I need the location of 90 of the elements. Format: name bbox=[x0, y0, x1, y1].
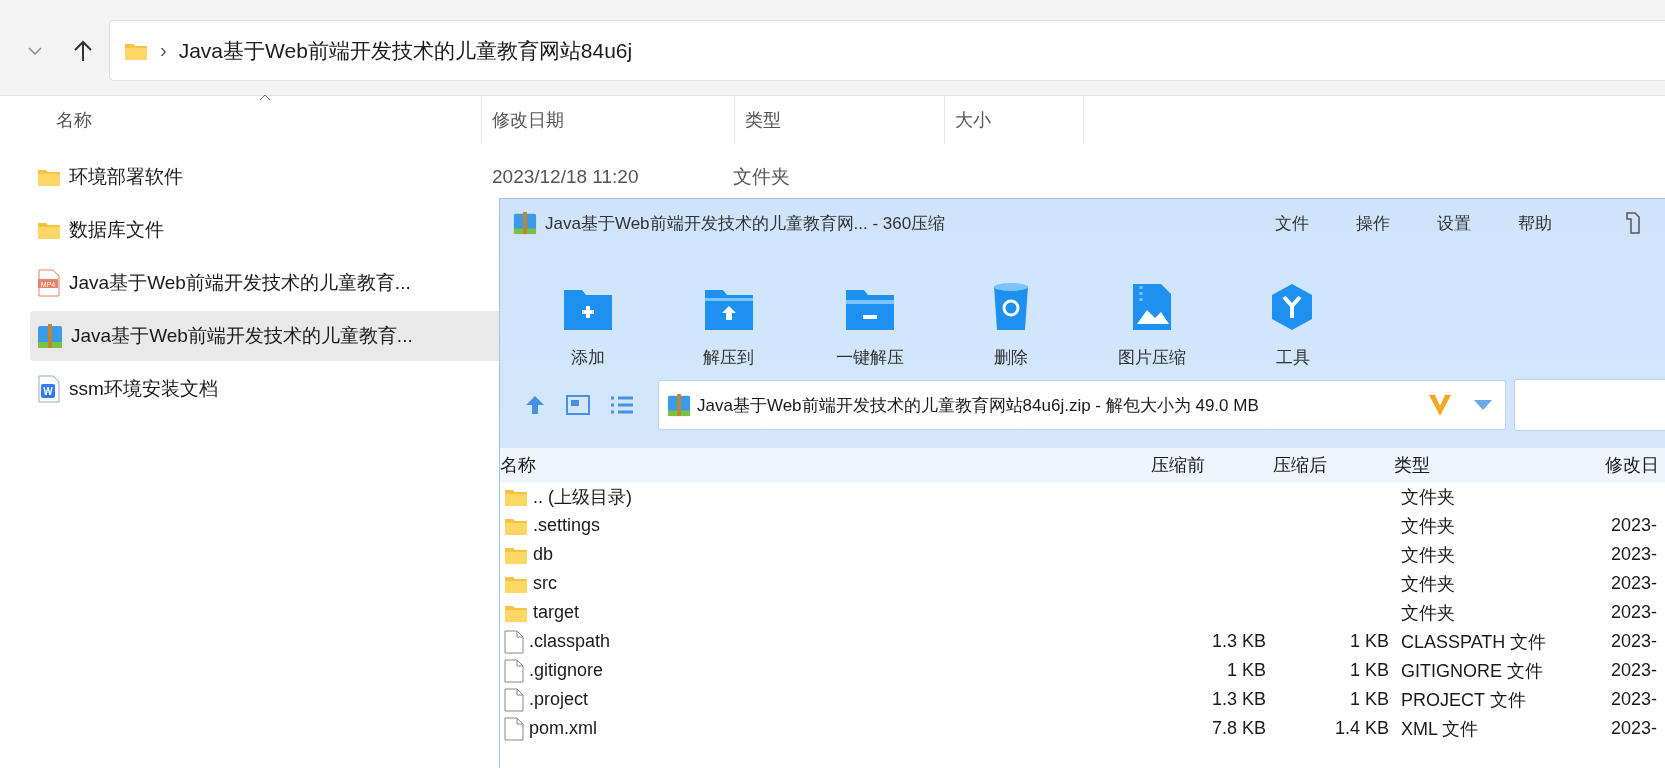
archive-icon bbox=[513, 211, 537, 235]
window-title: Java基于Web前端开发技术的儿童教育网... - 360压缩 bbox=[545, 212, 947, 235]
file-name: 数据库文件 bbox=[69, 218, 164, 242]
file-icon bbox=[504, 687, 524, 712]
dropdown-arrow-icon[interactable] bbox=[1473, 399, 1493, 411]
toolbar-button[interactable]: 删除 bbox=[940, 282, 1081, 369]
file-type: 文件夹 bbox=[1401, 486, 1455, 507]
file-type: PROJECT 文件 bbox=[1401, 689, 1526, 710]
file-name[interactable]: .gitignore bbox=[529, 660, 604, 681]
file-type: 文件夹 bbox=[1401, 602, 1455, 623]
toolbar-button[interactable]: 解压到 bbox=[658, 288, 799, 369]
column-header[interactable]: 大小 bbox=[944, 96, 1084, 144]
menu-item[interactable]: 帮助 bbox=[1518, 211, 1552, 235]
file-row[interactable]: 环境部署软件 2023/12/18 11:20 文件夹 bbox=[30, 152, 1130, 202]
toolbar-button[interactable]: 添加 bbox=[517, 288, 658, 369]
original-size: 7.8 KB bbox=[1211, 718, 1266, 738]
address-field[interactable]: › Java基于Web前端开发技术的儿童教育网站84u6j bbox=[109, 20, 1665, 81]
column-header[interactable]: 压缩后 bbox=[1266, 453, 1389, 477]
column-header[interactable]: 压缩前 bbox=[1151, 453, 1266, 477]
column-header[interactable]: 类型 bbox=[1389, 453, 1600, 477]
file-row[interactable]: Java基于Web前端开发技术的儿童教育... bbox=[30, 311, 499, 361]
folder-icon bbox=[37, 220, 61, 240]
search-field[interactable] bbox=[1514, 379, 1665, 431]
file-name[interactable]: .project bbox=[529, 689, 589, 710]
file-type: XML 文件 bbox=[1401, 718, 1479, 739]
modified-date: 2023/12/18 11:20 bbox=[491, 166, 640, 188]
file-name[interactable]: .classpath bbox=[529, 631, 611, 652]
modified-date: 2023- bbox=[1611, 689, 1658, 709]
column-header[interactable]: 名称 bbox=[0, 96, 481, 144]
file-type: 文件夹 bbox=[1401, 573, 1455, 594]
compressed-size: 1 KB bbox=[1349, 631, 1389, 651]
file-row[interactable]: 数据库文件 bbox=[30, 205, 499, 255]
file-icon bbox=[504, 716, 524, 741]
compressed-size: 1 KB bbox=[1349, 689, 1389, 709]
file-name[interactable]: src bbox=[533, 573, 557, 594]
file-name: ssm环境安装文档 bbox=[69, 377, 218, 401]
sort-caret-icon bbox=[258, 94, 271, 101]
original-size: 1.3 KB bbox=[1211, 631, 1266, 651]
compressed-size: 1 KB bbox=[1349, 660, 1389, 680]
toolbar-button[interactable]: 一键解压 bbox=[799, 288, 940, 369]
modified-date: 2023- bbox=[1611, 660, 1658, 680]
column-header[interactable]: 修改日 bbox=[1600, 453, 1665, 477]
folder-minus-icon bbox=[843, 288, 896, 332]
column-header[interactable]: 修改日期 bbox=[481, 96, 734, 144]
image-file-icon bbox=[1130, 282, 1173, 332]
archive-icon bbox=[37, 323, 63, 349]
file-name[interactable]: target bbox=[533, 602, 580, 623]
file-name[interactable]: db bbox=[533, 544, 554, 565]
thumbnail-view-icon[interactable] bbox=[566, 395, 590, 415]
modified-date: 2023- bbox=[1611, 573, 1658, 593]
breadcrumb-separator: › bbox=[160, 39, 167, 62]
folder-upload-icon bbox=[702, 288, 755, 332]
original-size: 1.3 KB bbox=[1211, 689, 1266, 709]
file-name[interactable]: .. (上级目录) bbox=[533, 484, 632, 509]
file-name[interactable]: .settings bbox=[533, 515, 601, 536]
file-row[interactable]: W ssm环境安装文档 bbox=[30, 364, 499, 414]
column-header[interactable]: 类型 bbox=[734, 96, 944, 144]
modified-date: 2023- bbox=[1611, 631, 1658, 651]
folder-plus-icon bbox=[561, 288, 614, 332]
list-view-icon[interactable] bbox=[610, 395, 634, 415]
file-type: GITIGNORE 文件 bbox=[1401, 660, 1543, 681]
menu-item[interactable]: 操作 bbox=[1356, 211, 1390, 235]
modified-date: 2023- bbox=[1611, 544, 1658, 564]
archive-icon bbox=[667, 393, 691, 417]
chevron-down-icon[interactable] bbox=[27, 46, 43, 56]
original-size: 1 KB bbox=[1226, 660, 1266, 680]
toolbar-button[interactable]: 图片压缩 bbox=[1081, 282, 1222, 369]
word-document-icon: W bbox=[37, 375, 61, 403]
menu-item[interactable]: 设置 bbox=[1437, 211, 1471, 235]
file-type: 文件夹 bbox=[1401, 515, 1455, 536]
column-header[interactable]: 名称 bbox=[500, 453, 1151, 477]
modified-date: 2023- bbox=[1611, 602, 1658, 622]
file-type: CLASSPATH 文件 bbox=[1401, 631, 1547, 652]
up-arrow-icon[interactable] bbox=[73, 40, 93, 62]
modified-date: 2023- bbox=[1611, 515, 1658, 535]
toolbar-button[interactable]: 工具 bbox=[1222, 282, 1363, 369]
compressed-size: 1.4 KB bbox=[1334, 718, 1389, 738]
file-name: Java基于Web前端开发技术的儿童教育... bbox=[71, 324, 413, 348]
path-field[interactable]: Java基于Web前端开发技术的儿童教育网站84u6j.zip - 解包大小为 49.0 MB bbox=[658, 380, 1506, 430]
file-name: 环境部署软件 bbox=[69, 165, 183, 189]
folder-icon bbox=[37, 167, 61, 187]
file-name: Java基于Web前端开发技术的儿童教育... bbox=[69, 271, 411, 295]
file-name[interactable]: pom.xml bbox=[529, 718, 597, 739]
file-icon bbox=[504, 629, 524, 654]
file-type: 文件夹 bbox=[1401, 544, 1455, 565]
file-type: 文件夹 bbox=[733, 165, 790, 189]
v-logo-icon[interactable] bbox=[1427, 392, 1453, 418]
file-icon bbox=[504, 658, 524, 683]
modified-date: 2023- bbox=[1611, 718, 1658, 738]
menu-item[interactable]: 文件 bbox=[1275, 211, 1309, 235]
